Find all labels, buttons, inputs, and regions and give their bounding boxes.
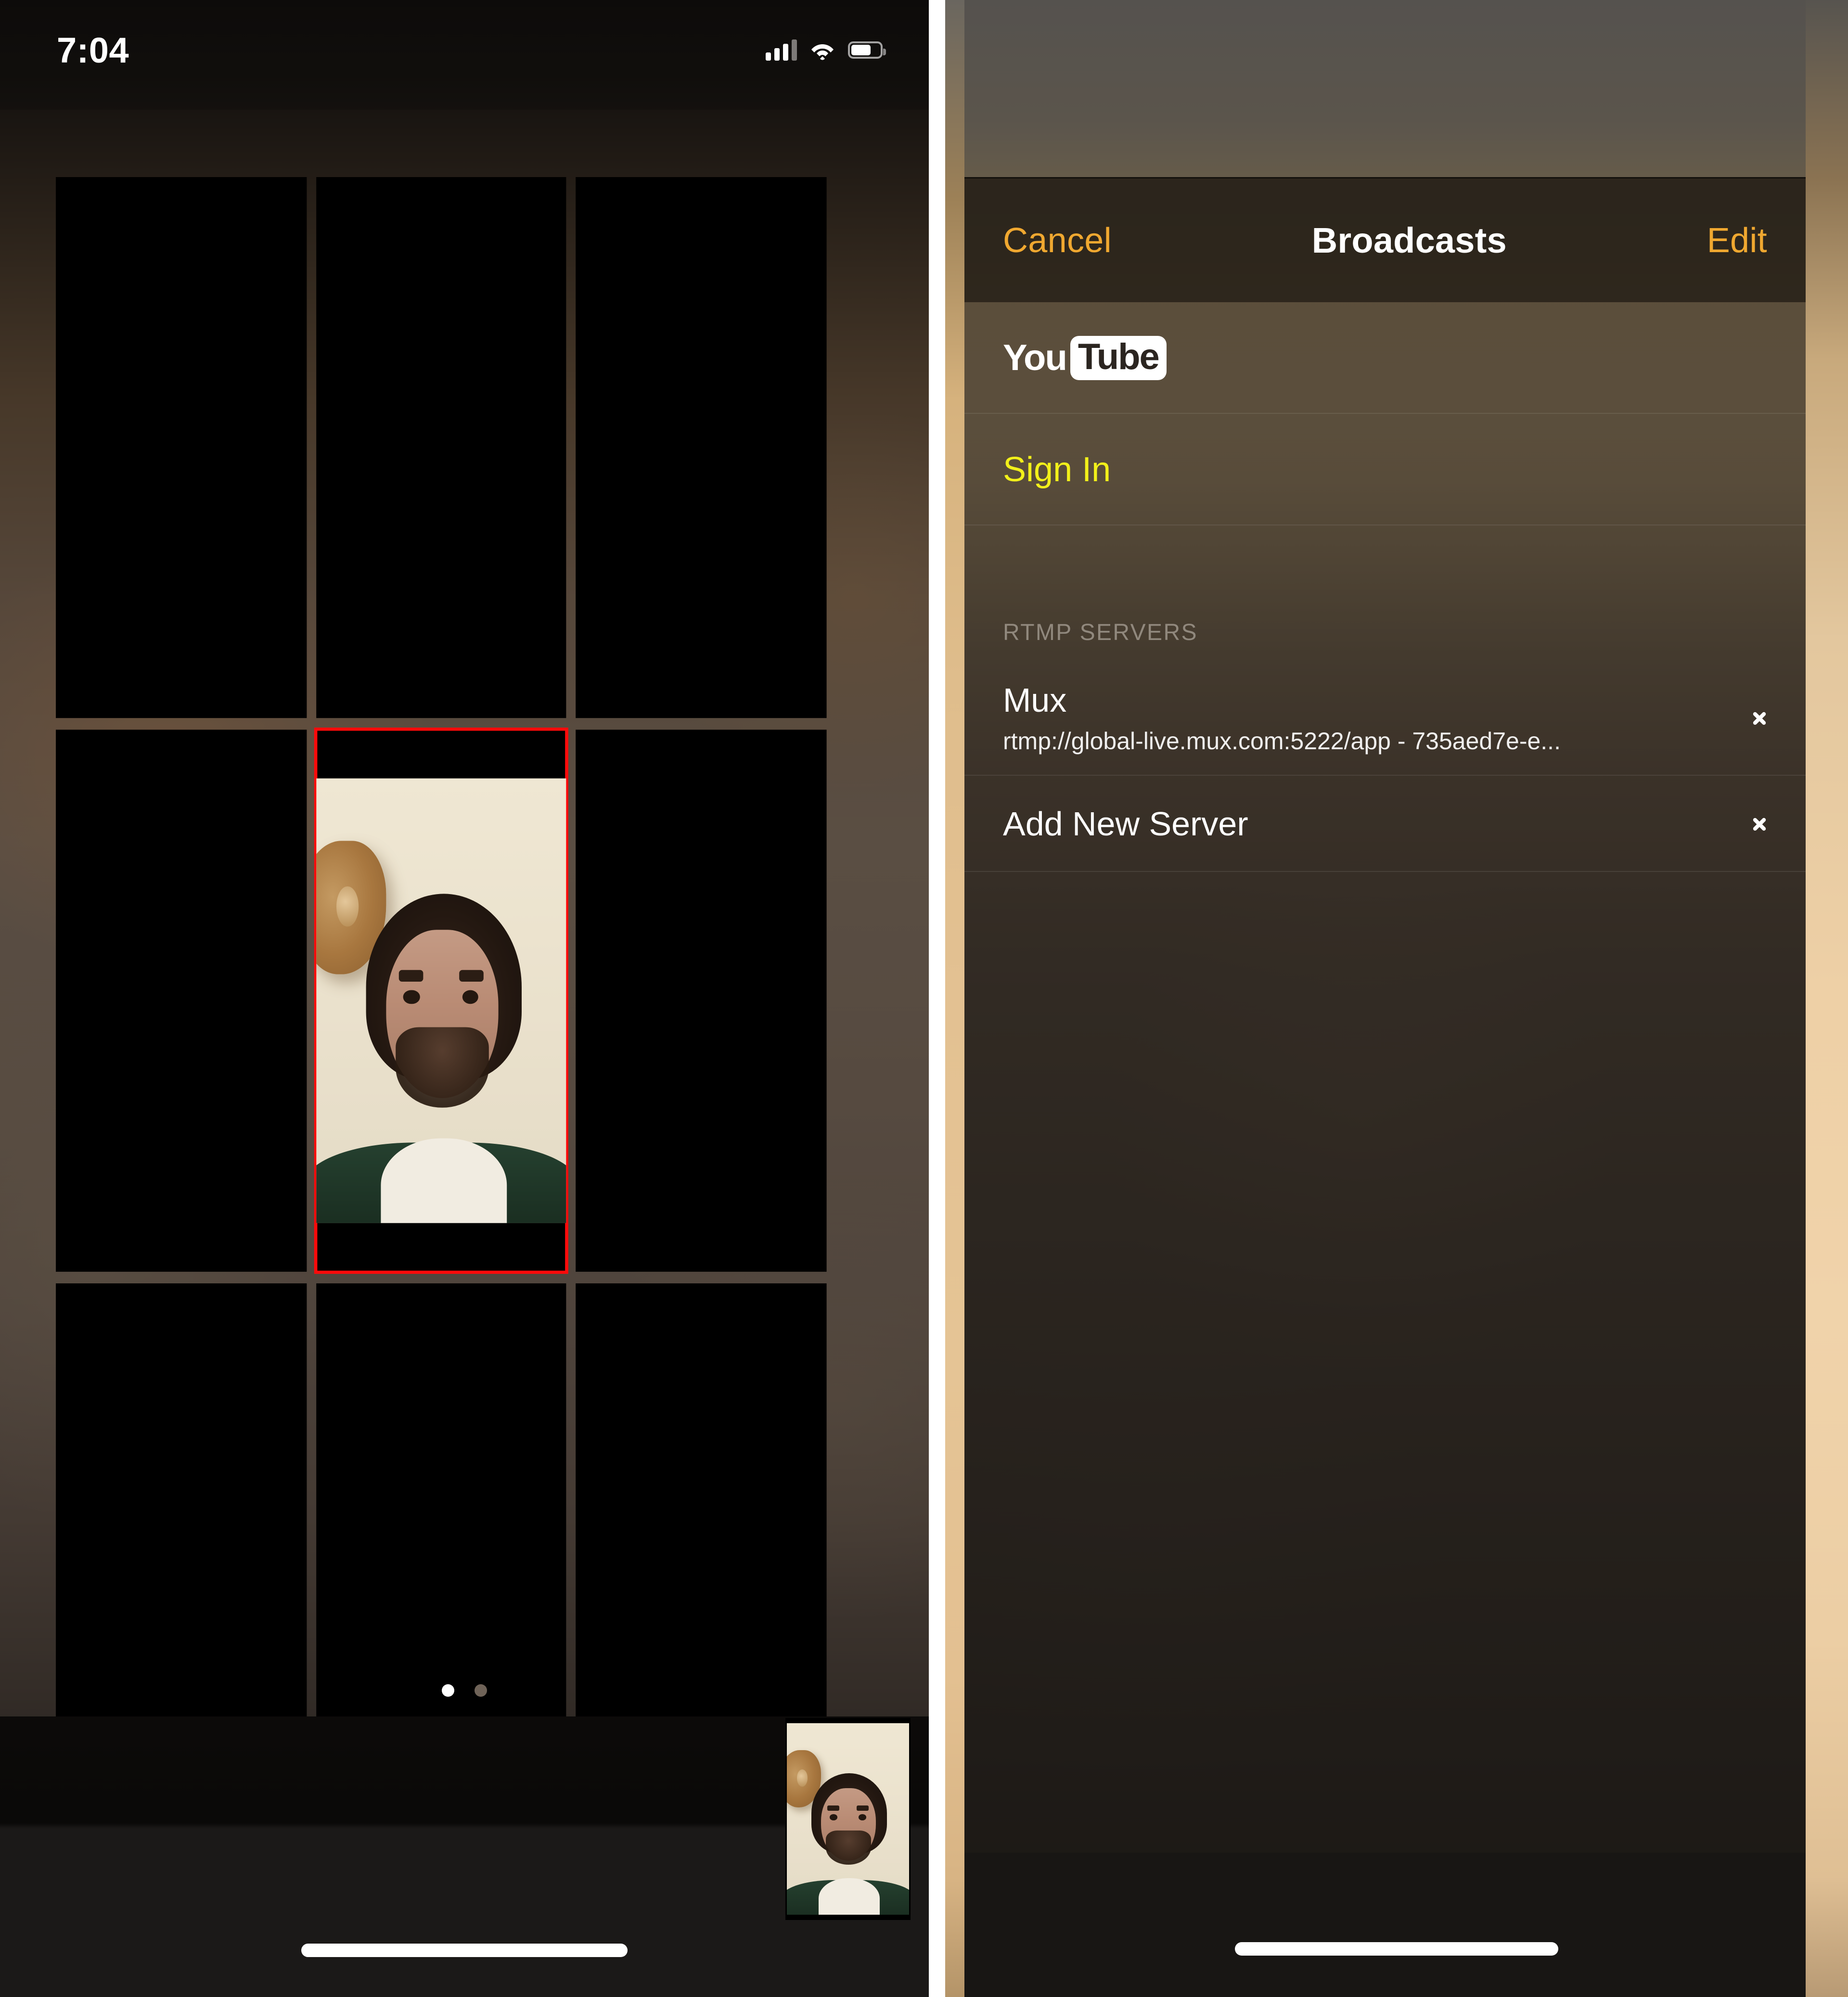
sign-in-row[interactable]: Sign In xyxy=(964,414,1806,525)
status-bar-indicators xyxy=(766,39,886,61)
page-title: Broadcasts xyxy=(1311,220,1507,260)
youtube-logo-tube: Tube xyxy=(1078,336,1160,377)
person-shirt xyxy=(819,1878,880,1915)
person-eye-right xyxy=(858,1814,867,1820)
screenshot-root: 7:04 Cancel Broadcasts Edit You Tube Sig… xyxy=(0,0,1848,1997)
video-tile[interactable] xyxy=(56,730,307,1272)
camera-feed-pip xyxy=(787,1723,909,1915)
right-edge-strip xyxy=(1806,0,1848,1997)
edit-button[interactable]: Edit xyxy=(1707,221,1767,260)
camera-feed xyxy=(316,779,567,1223)
status-bar: 7:04 xyxy=(0,0,929,110)
person-shirt xyxy=(381,1138,507,1223)
add-new-server-row[interactable]: Add New Server xyxy=(964,776,1806,872)
picture-in-picture-preview[interactable] xyxy=(785,1718,911,1920)
person-eyebrow-right xyxy=(856,1805,869,1811)
person-beard xyxy=(826,1830,872,1865)
chevron-right-icon xyxy=(1753,704,1767,731)
video-tile[interactable] xyxy=(576,730,827,1272)
page-indicator[interactable] xyxy=(0,1684,929,1697)
bottom-toolbar xyxy=(0,1716,929,1997)
page-dot-2[interactable] xyxy=(475,1684,487,1697)
person-eyebrow-right xyxy=(459,970,484,981)
rtmp-server-row-mux[interactable]: Mux rtmp://global-live.mux.com:5222/app … xyxy=(964,660,1806,776)
video-tile[interactable] xyxy=(316,177,567,718)
wifi-icon xyxy=(809,40,835,60)
youtube-logo-tube-box: Tube xyxy=(1070,336,1167,380)
page-dot-1[interactable] xyxy=(442,1684,454,1697)
broadcasts-sheet: Cancel Broadcasts Edit You Tube Sign In xyxy=(964,177,1806,1997)
cellular-signal-icon xyxy=(766,39,797,61)
right-phone-screen: Cancel Broadcasts Edit You Tube Sign In xyxy=(945,0,1848,1997)
cancel-button[interactable]: Cancel xyxy=(1003,221,1112,260)
person-eye-left xyxy=(829,1814,838,1820)
add-new-server-label: Add New Server xyxy=(1003,805,1248,843)
rtmp-server-url: rtmp://global-live.mux.com:5222/app - 73… xyxy=(1003,728,1561,755)
video-tile[interactable] xyxy=(576,177,827,718)
left-edge-strip xyxy=(945,0,964,1997)
left-phone-screen: 7:04 xyxy=(0,0,929,1997)
sheet-nav-bar: Cancel Broadcasts Edit xyxy=(964,177,1806,302)
home-indicator[interactable] xyxy=(1235,1942,1558,1956)
panel-divider xyxy=(929,0,945,1997)
person-eyebrow-left xyxy=(398,970,424,981)
sheet-content: You Tube Sign In RTMP SERVERS Mux rtmp:/… xyxy=(964,302,1806,1997)
home-indicator[interactable] xyxy=(301,1944,628,1957)
rtmp-server-text: Mux rtmp://global-live.mux.com:5222/app … xyxy=(1003,681,1561,755)
chevron-right-icon xyxy=(1753,810,1767,837)
youtube-logo: You Tube xyxy=(1003,336,1167,380)
video-tile-grid[interactable] xyxy=(56,177,827,1825)
row-separator xyxy=(964,871,1806,872)
youtube-row[interactable]: You Tube xyxy=(964,302,1806,414)
battery-icon xyxy=(848,41,886,59)
sheet-footer-area xyxy=(964,1853,1806,1997)
person-beard xyxy=(396,1027,489,1107)
sign-in-button[interactable]: Sign In xyxy=(1003,450,1111,489)
youtube-logo-you: You xyxy=(1003,337,1067,378)
rtmp-server-name: Mux xyxy=(1003,681,1067,719)
video-tile-selected[interactable] xyxy=(314,728,569,1274)
rtmp-servers-header: RTMP SERVERS xyxy=(1003,620,1198,645)
status-bar-clock: 7:04 xyxy=(57,30,129,70)
person-eye-left xyxy=(403,989,420,1004)
person-eyebrow-left xyxy=(827,1805,840,1811)
video-tile[interactable] xyxy=(56,177,307,718)
